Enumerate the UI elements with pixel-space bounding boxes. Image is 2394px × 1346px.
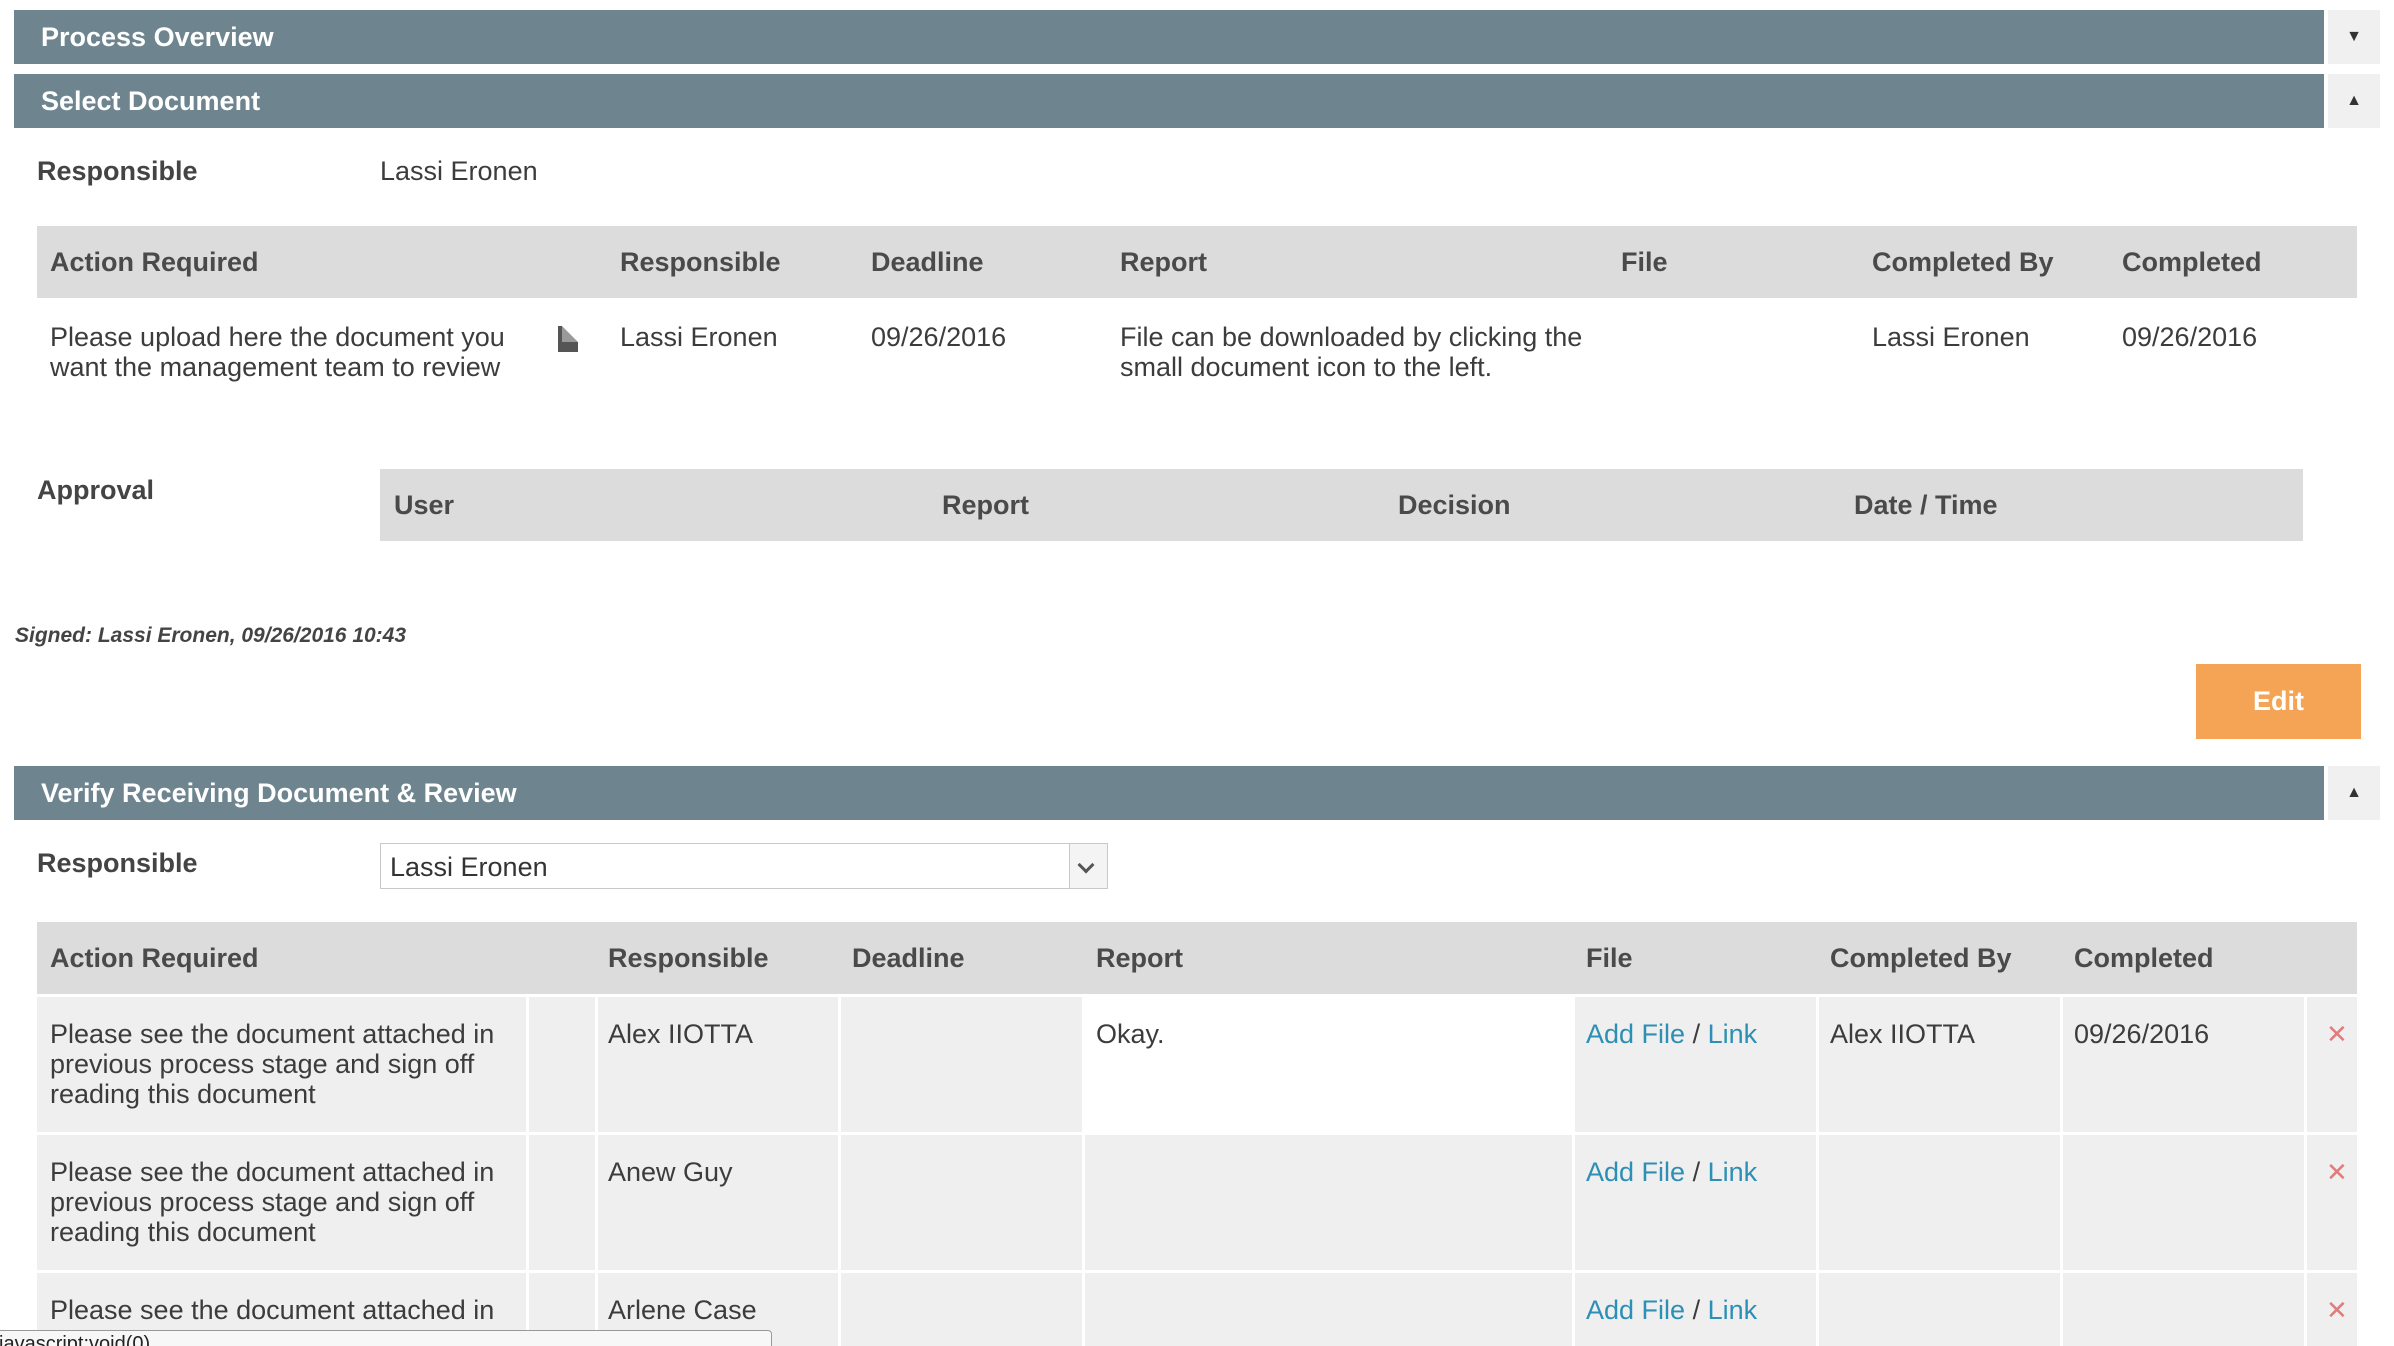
th-completed-by: Completed By — [1872, 247, 2054, 277]
report-cell: File can be downloaded by clicking the s… — [1120, 322, 1582, 382]
th-completed-by: Completed By — [1830, 943, 2012, 973]
column-divider — [1572, 997, 1575, 1346]
close-icon[interactable]: ✕ — [2326, 1019, 2348, 1050]
th-report: Report — [1120, 247, 1207, 277]
th-deadline: Deadline — [871, 247, 984, 277]
completed-by-cell: Alex IIOTTA — [1830, 1019, 1976, 1049]
action-required-cell: Please see the document attached in — [50, 1295, 494, 1325]
add-file-link[interactable]: Add File — [1586, 1157, 1685, 1187]
document-icon[interactable] — [558, 326, 578, 352]
report-cell: Okay. — [1096, 1019, 1165, 1049]
report-field[interactable] — [1084, 997, 1574, 1132]
link-link[interactable]: Link — [1708, 1295, 1758, 1325]
action-line: Please see the document attached in — [50, 1295, 495, 1325]
caret-up-icon[interactable]: ▲ — [2328, 766, 2380, 820]
file-cell: Add File / Link — [1586, 1295, 1757, 1325]
chevron-down-icon[interactable] — [1069, 844, 1107, 888]
verify-table-header: Action Required Responsible Deadline Rep… — [37, 922, 2357, 994]
th-completed: Completed — [2122, 247, 2262, 277]
file-cell: Add File / Link — [1586, 1157, 1757, 1187]
action-line: Please see the document attached in — [50, 1019, 495, 1049]
link-separator: / — [1692, 1157, 1701, 1187]
link-separator: / — [1692, 1295, 1701, 1325]
th-date-time: Date / Time — [1854, 490, 1998, 520]
link-link[interactable]: Link — [1708, 1019, 1758, 1049]
link-separator: / — [1692, 1019, 1701, 1049]
section-title: Select Document — [41, 86, 261, 116]
responsible-cell: Anew Guy — [608, 1157, 733, 1187]
responsible-value: Lassi Eronen — [380, 156, 538, 186]
responsible-select[interactable]: Lassi Eronen — [380, 843, 1108, 889]
th-completed: Completed — [2074, 943, 2214, 973]
responsible-cell: Arlene Case — [608, 1295, 757, 1325]
action-line: previous process stage and sign off — [50, 1187, 475, 1217]
column-divider — [1082, 997, 1085, 1346]
action-line: Please see the document attached in — [50, 1157, 495, 1187]
th-file: File — [1586, 943, 1633, 973]
select-document-table-header: Action Required Responsible Deadline Rep… — [37, 226, 2357, 298]
responsible-select-value: Lassi Eronen — [390, 852, 548, 882]
responsible-label: Responsible — [37, 848, 198, 878]
column-divider — [595, 997, 598, 1346]
close-icon[interactable]: ✕ — [2326, 1295, 2348, 1326]
action-line: Please upload here the document you — [50, 322, 505, 352]
action-line: previous process stage and sign off — [50, 1049, 475, 1079]
select-document-header[interactable]: Select Document — [14, 74, 2324, 128]
action-line: reading this document — [50, 1079, 316, 1109]
th-file: File — [1621, 247, 1668, 277]
completed-by-cell: Lassi Eronen — [1872, 322, 2030, 352]
action-required-cell: Please see the document attached in prev… — [50, 1019, 494, 1109]
edit-button[interactable]: Edit — [2196, 664, 2361, 739]
completed-cell: 09/26/2016 — [2074, 1019, 2210, 1049]
th-user: User — [394, 490, 455, 520]
caret-down-icon[interactable]: ▼ — [2328, 10, 2380, 64]
caret-up-icon[interactable]: ▲ — [2328, 74, 2380, 128]
column-divider — [2060, 997, 2063, 1346]
close-icon[interactable]: ✕ — [2326, 1157, 2348, 1188]
responsible-label: Responsible — [37, 156, 198, 186]
th-action-required: Action Required — [50, 247, 259, 277]
process-overview-header[interactable]: Process Overview — [14, 10, 2324, 64]
th-responsible: Responsible — [620, 247, 781, 277]
action-line: want the management team to review — [50, 352, 501, 382]
link-link[interactable]: Link — [1708, 1157, 1758, 1187]
section-title: Verify Receiving Document & Review — [41, 778, 517, 808]
add-file-link[interactable]: Add File — [1586, 1295, 1685, 1325]
add-file-link[interactable]: Add File — [1586, 1019, 1685, 1049]
report-line: File can be downloaded by clicking the — [1120, 322, 1583, 352]
status-bar-url: javascript:void(0) — [0, 1330, 772, 1346]
th-decision: Decision — [1398, 490, 1511, 520]
approval-label: Approval — [37, 475, 155, 505]
column-divider — [2304, 997, 2307, 1346]
approval-table-header: User Report Decision Date / Time — [380, 469, 2303, 541]
th-report: Report — [1096, 943, 1183, 973]
section-title: Process Overview — [41, 22, 274, 52]
th-deadline: Deadline — [852, 943, 965, 973]
completed-cell: 09/26/2016 — [2122, 322, 2258, 352]
file-cell: Add File / Link — [1586, 1019, 1757, 1049]
deadline-cell: 09/26/2016 — [871, 322, 1007, 352]
action-required-cell: Please see the document attached in prev… — [50, 1157, 494, 1247]
column-divider — [1816, 997, 1819, 1346]
report-line: small document icon to the left. — [1120, 352, 1493, 382]
column-divider — [526, 997, 529, 1346]
column-divider — [838, 997, 841, 1346]
th-action-required: Action Required — [50, 943, 259, 973]
th-report: Report — [942, 490, 1029, 520]
verify-review-header[interactable]: Verify Receiving Document & Review — [14, 766, 2324, 820]
signed-text: Signed: Lassi Eronen, 09/26/2016 10:43 — [15, 624, 407, 647]
action-line: reading this document — [50, 1217, 316, 1247]
responsible-cell: Alex IIOTTA — [608, 1019, 754, 1049]
action-required-cell: Please upload here the document you want… — [50, 322, 505, 382]
responsible-cell: Lassi Eronen — [620, 322, 778, 352]
th-responsible: Responsible — [608, 943, 769, 973]
